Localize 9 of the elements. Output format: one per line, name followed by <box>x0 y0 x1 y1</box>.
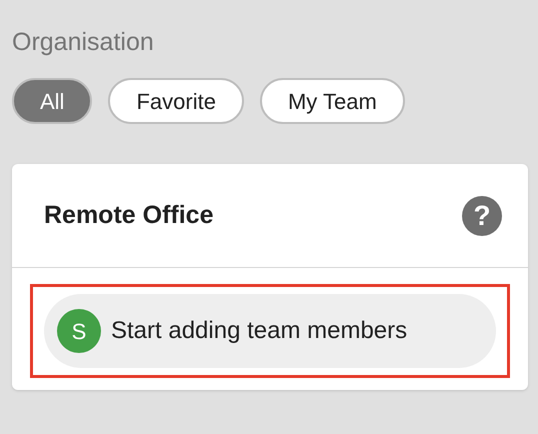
section-title: Organisation <box>12 27 154 58</box>
help-icon[interactable]: ? <box>462 196 502 236</box>
card-title: Remote Office <box>44 200 214 231</box>
member-chip[interactable]: S Start adding team members <box>44 294 496 368</box>
filter-chip[interactable]: My Team <box>260 78 405 124</box>
avatar: S <box>57 309 101 353</box>
filter-chip[interactable]: Favorite <box>108 78 244 124</box>
member-label: Start adding team members <box>111 316 408 346</box>
filter-chip[interactable]: All <box>12 78 92 124</box>
